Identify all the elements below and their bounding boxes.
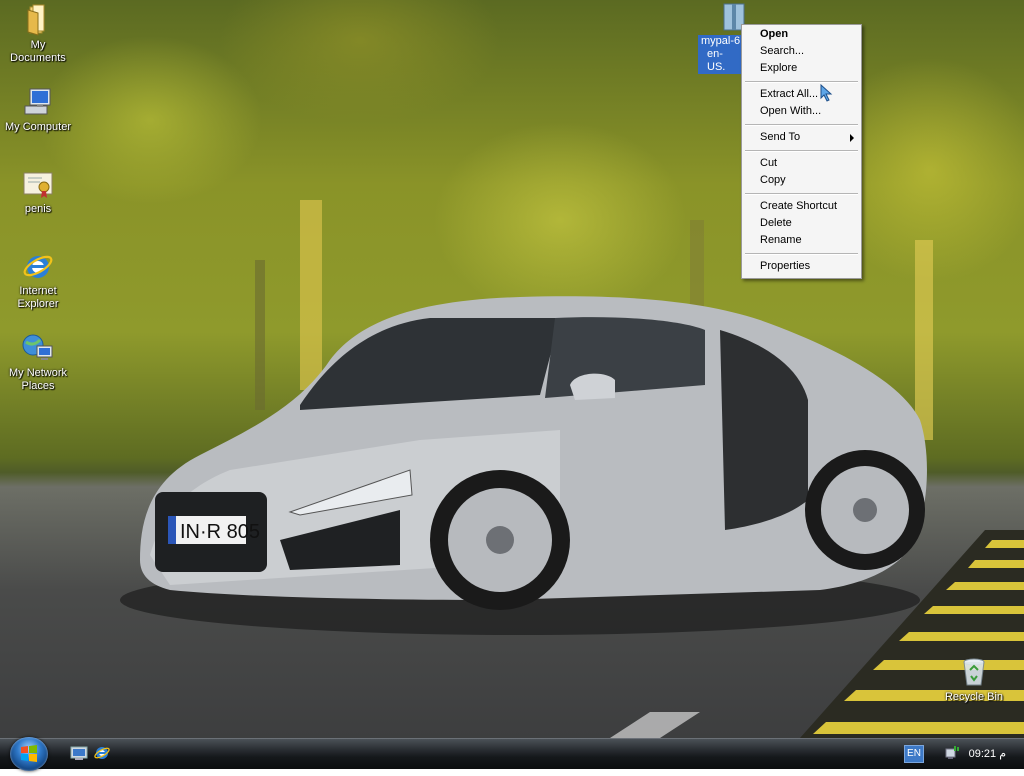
- menu-item-cut[interactable]: Cut: [743, 155, 860, 172]
- desktop-icon-my-computer[interactable]: My Computer: [0, 86, 76, 134]
- menu-item-delete[interactable]: Delete: [743, 215, 860, 232]
- certificate-icon: [22, 168, 54, 200]
- desktop-icon-my-documents[interactable]: My Documents: [0, 4, 76, 65]
- desktop-icon-label: Recycle Bin: [944, 691, 1004, 703]
- menu-separator: [745, 81, 858, 83]
- network-icon[interactable]: [944, 745, 962, 761]
- context-menu: Open Search... Explore Extract All... Op…: [741, 24, 862, 279]
- menu-item-extract-all[interactable]: Extract All...: [743, 86, 860, 103]
- windows-logo-icon: [21, 745, 37, 762]
- menu-item-copy[interactable]: Copy: [743, 172, 860, 189]
- menu-item-send-to[interactable]: Send To: [743, 129, 860, 146]
- desktop-icon-penis[interactable]: penis: [0, 168, 76, 216]
- start-button[interactable]: [10, 737, 48, 771]
- computer-icon: [22, 86, 54, 118]
- selected-file-label-line2: en-US.: [698, 48, 744, 74]
- menu-item-rename[interactable]: Rename: [743, 232, 860, 249]
- desktop-icon-label: Internet Explorer: [17, 285, 59, 310]
- desktop-icon-my-network-places[interactable]: My Network Places: [0, 332, 76, 393]
- desktop-icon-label: My Documents: [10, 39, 66, 64]
- clock[interactable]: 09:21 م: [969, 747, 1006, 760]
- folder-icon: [22, 4, 54, 36]
- desktop-icon-label: penis: [24, 203, 52, 215]
- menu-separator: [745, 193, 858, 195]
- selected-file-label-line1: mypal-6: [698, 35, 744, 48]
- menu-item-open-with[interactable]: Open With...: [743, 103, 860, 120]
- wallpaper-art: IN·R 805: [120, 200, 1024, 738]
- recycle-bin-icon: [958, 656, 990, 688]
- internet-explorer-icon: [22, 250, 54, 282]
- menu-item-open[interactable]: Open: [743, 26, 860, 43]
- submenu-arrow-icon: [850, 134, 854, 142]
- menu-item-explore[interactable]: Explore: [743, 60, 860, 77]
- desktop-wallpaper: IN·R 805: [0, 0, 1024, 738]
- menu-separator: [745, 124, 858, 126]
- internet-explorer-icon[interactable]: [93, 745, 111, 761]
- language-indicator[interactable]: EN: [904, 745, 924, 763]
- menu-item-label: Send To: [760, 131, 801, 143]
- menu-item-create-shortcut[interactable]: Create Shortcut: [743, 198, 860, 215]
- taskbar: EN 09:21 م: [0, 737, 1024, 771]
- svg-text:IN·R 805: IN·R 805: [180, 521, 260, 543]
- menu-separator: [745, 253, 858, 255]
- menu-separator: [745, 150, 858, 152]
- menu-item-properties[interactable]: Properties: [743, 258, 860, 275]
- network-places-icon: [22, 332, 54, 364]
- desktop-icon-recycle-bin[interactable]: Recycle Bin: [936, 656, 1012, 704]
- desktop-icon-label: My Computer: [4, 121, 72, 133]
- desktop-icon-label: My Network Places: [8, 367, 68, 392]
- desktop-icon-mypal-archive[interactable]: mypal-6 en-US.: [698, 2, 745, 74]
- show-desktop-icon[interactable]: [70, 745, 88, 761]
- desktop-icon-internet-explorer[interactable]: Internet Explorer: [0, 250, 76, 311]
- menu-item-search[interactable]: Search...: [743, 43, 860, 60]
- mouse-cursor-icon: [820, 83, 834, 107]
